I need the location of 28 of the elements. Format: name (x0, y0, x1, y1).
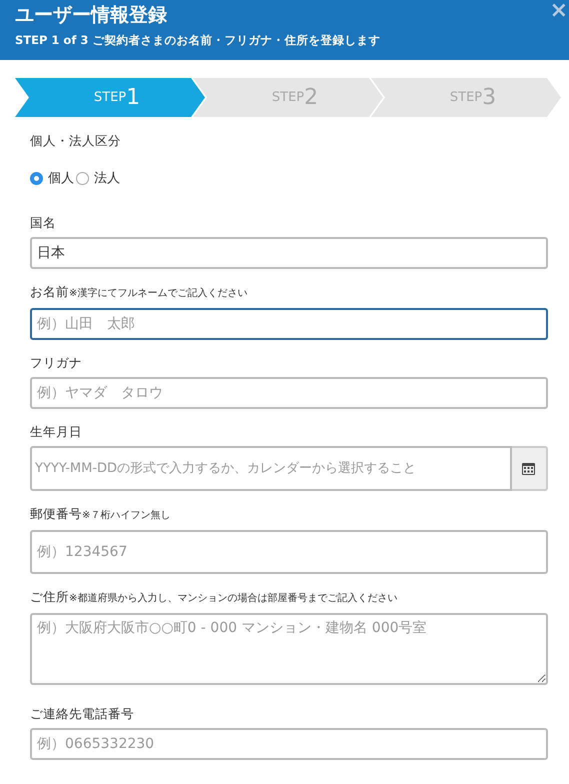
field-note: ※７桁ハイフン無し (82, 510, 170, 520)
input-field[interactable]: 日本 (30, 236, 548, 268)
radio-option[interactable]: 個人 (30, 169, 74, 188)
input-field[interactable]: 例）ヤマダ タロウ (30, 376, 548, 408)
input-field[interactable]: YYYY-MM-DDの形式で入力するか、カレンダーから選択すること (30, 446, 512, 490)
radio-option[interactable]: 法人 (76, 169, 120, 188)
field-label: 生年月日 (30, 424, 82, 438)
field-note: ※都道府県から入力し、マンションの場合は部屋番号までご記入ください (69, 592, 398, 604)
field-label: フリガナ (30, 354, 82, 370)
input-field[interactable]: 例）1234567 (30, 530, 548, 574)
dialog-title: ユーザー情報登録 (15, 3, 168, 28)
calendar-button[interactable] (512, 446, 548, 490)
calendar-icon (522, 462, 536, 474)
field-note: ※漢字にてフルネームでご記入ください (69, 288, 248, 298)
field-label: 国名 (30, 214, 56, 230)
field-label: ご連絡先電話番号 (30, 706, 134, 721)
field-label: ご住所 (30, 588, 69, 604)
step-tab[interactable]: STEP1 (15, 78, 205, 117)
input-field[interactable]: 例）山田 太郎 (30, 308, 548, 340)
input-field[interactable]: 例）0665332230 (30, 728, 548, 760)
field-label: 郵便番号 (30, 506, 82, 520)
close-button[interactable]: × (550, 0, 568, 24)
dialog-subtitle: STEP 1 of 3 ご契約者さまのお名前・フリガナ・住所を登録します (15, 32, 382, 49)
field-label: お名前 (30, 284, 69, 298)
step-tab[interactable]: STEP3 (371, 78, 561, 117)
address-field[interactable]: 例）大阪府大阪市○○町0 - 000 マンション・建物名 000号室 (30, 612, 548, 684)
step-tab[interactable]: STEP2 (193, 78, 383, 117)
field-label: 個人・法人区分 (30, 133, 121, 148)
